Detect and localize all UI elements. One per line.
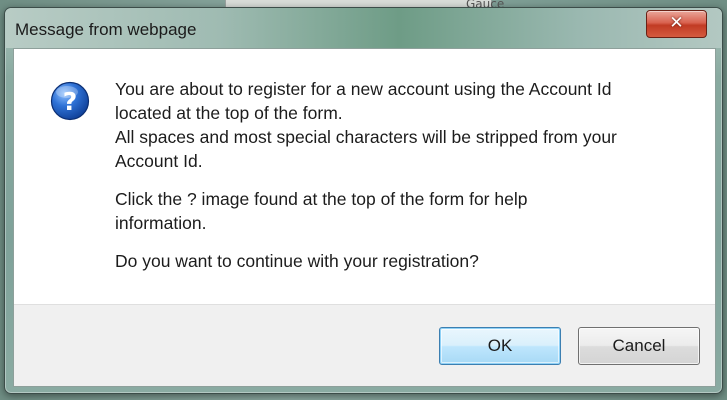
message-text: You are about to register for a new acco… [115, 77, 695, 287]
message-dialog: Message from webpage ✕ ? You are about t… [4, 7, 723, 394]
title-bar[interactable]: Message from webpage ✕ [5, 8, 722, 48]
message-line: information. [115, 213, 207, 233]
message-line: Do you want to continue with your regist… [115, 251, 479, 271]
dialog-client-area: ? You are about to register for a new ac… [13, 48, 716, 387]
close-button[interactable]: ✕ [646, 10, 707, 38]
message-line: Account Id. [115, 151, 203, 171]
message-line: located at the top of the form. [115, 103, 343, 123]
message-paragraph: Click the ? image found at the top of th… [115, 187, 695, 235]
dialog-title: Message from webpage [15, 20, 197, 39]
close-icon: ✕ [669, 13, 684, 33]
cancel-button[interactable]: Cancel [578, 327, 700, 365]
message-paragraph: Do you want to continue with your regist… [115, 249, 695, 273]
message-line: Click the ? image found at the top of th… [115, 189, 528, 209]
svg-text:?: ? [63, 87, 78, 116]
message-line: You are about to register for a new acco… [115, 79, 612, 99]
message-paragraph: You are about to register for a new acco… [115, 77, 695, 173]
button-bar: OK Cancel [14, 304, 715, 386]
message-line: All spaces and most special characters w… [115, 127, 617, 147]
message-area: ? You are about to register for a new ac… [14, 49, 715, 305]
question-icon: ? [50, 81, 90, 121]
ok-button[interactable]: OK [439, 327, 561, 365]
